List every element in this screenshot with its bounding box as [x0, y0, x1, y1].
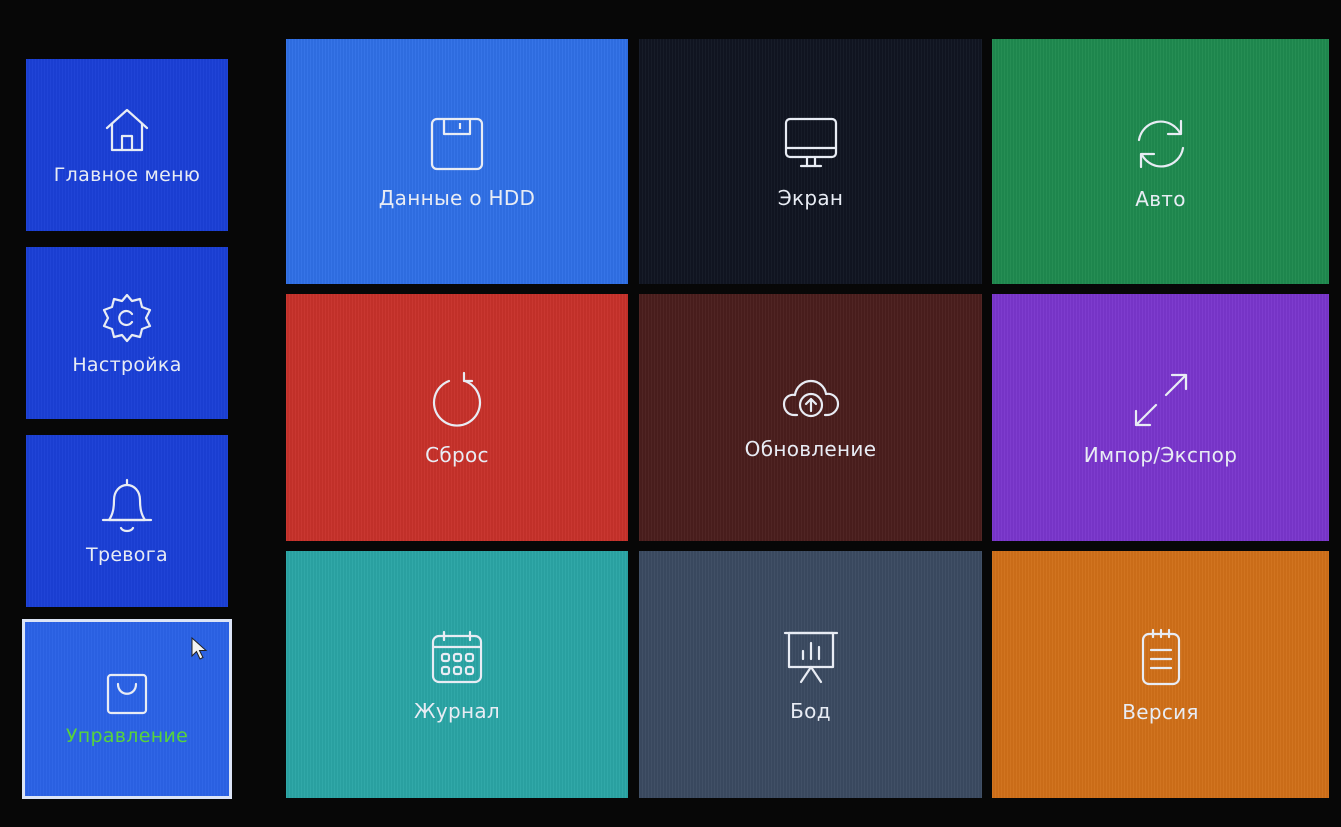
main-menu-screen: Главное меню Настройка Тревога Управлени…: [0, 0, 1341, 827]
tile-baud[interactable]: Бод: [639, 551, 982, 798]
sidebar-item-main-menu[interactable]: Главное меню: [26, 59, 228, 231]
shopping-bag-icon: [104, 671, 150, 717]
tile-label: Данные о HDD: [378, 185, 536, 210]
sidebar-item-label: Главное меню: [53, 164, 201, 186]
clipboard-icon: [1136, 626, 1186, 688]
sidebar-item-label: Настройка: [72, 354, 182, 376]
tile-reset[interactable]: Сброс: [286, 294, 628, 541]
sidebar-item-label: Управление: [65, 725, 189, 747]
tile-import-export[interactable]: Импор/Экспор: [992, 294, 1329, 541]
tile-auto[interactable]: Авто: [992, 39, 1329, 284]
calendar-icon: [427, 627, 487, 687]
tile-log[interactable]: Журнал: [286, 551, 628, 798]
monitor-icon: [781, 114, 841, 174]
reset-icon: [426, 369, 488, 431]
tile-label: Бод: [790, 698, 831, 723]
tile-label: Импор/Экспор: [1083, 442, 1238, 467]
cloud-upload-icon: [780, 375, 842, 425]
tile-hdd-info[interactable]: Данные о HDD: [286, 39, 628, 284]
refresh-icon: [1130, 113, 1192, 175]
expand-arrows-icon: [1130, 369, 1192, 431]
tile-display[interactable]: Экран: [639, 39, 982, 284]
tile-label: Авто: [1135, 186, 1186, 211]
mouse-cursor-icon: [190, 636, 210, 666]
floppy-disk-icon: [427, 114, 487, 174]
sidebar-item-alarm[interactable]: Тревога: [26, 435, 228, 607]
presentation-chart-icon: [781, 627, 841, 687]
tile-label: Журнал: [414, 698, 500, 723]
tile-label: Сброс: [425, 442, 489, 467]
tile-label: Обновление: [744, 436, 877, 461]
tile-version[interactable]: Версия: [992, 551, 1329, 798]
tile-label: Версия: [1122, 699, 1199, 724]
bell-icon: [99, 476, 155, 536]
home-icon: [101, 104, 153, 156]
sidebar-item-settings[interactable]: Настройка: [26, 247, 228, 419]
tile-label: Экран: [777, 185, 844, 210]
gear-icon: [99, 290, 155, 346]
sidebar-item-label: Тревога: [86, 544, 168, 566]
tile-update[interactable]: Обновление: [639, 294, 982, 541]
